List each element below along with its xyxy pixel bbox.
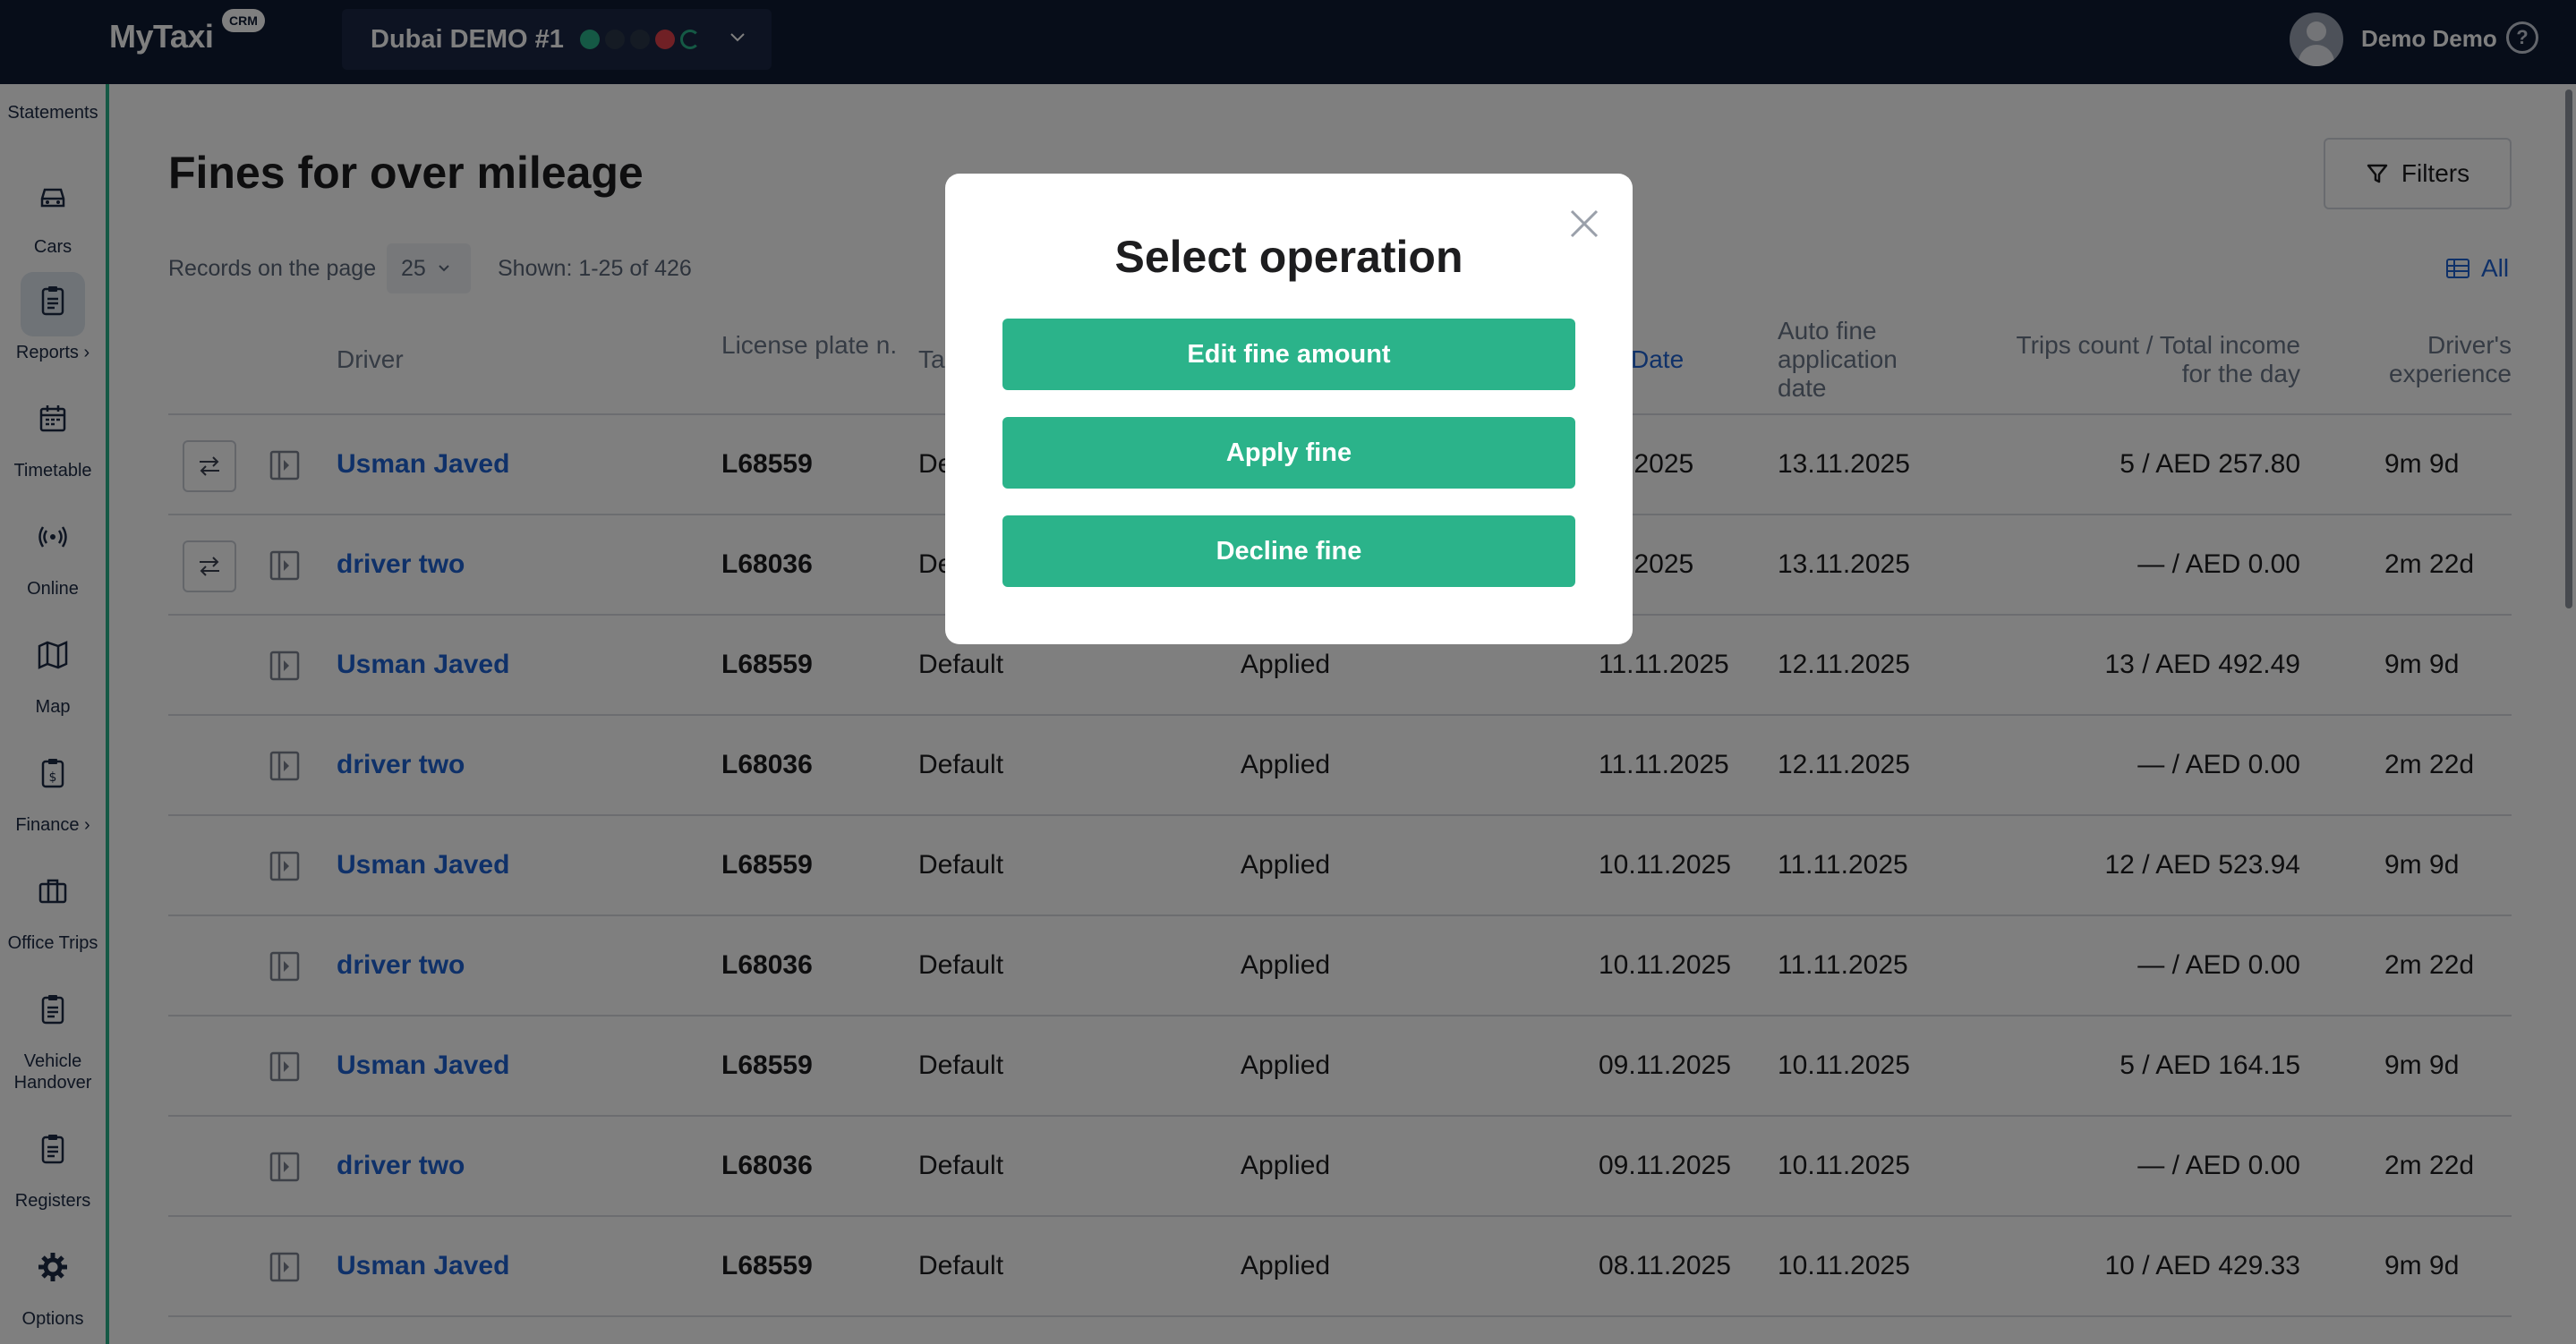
decline-fine-button[interactable]: Decline fine bbox=[1002, 515, 1575, 587]
apply-fine-button[interactable]: Apply fine bbox=[1002, 417, 1575, 489]
edit-fine-amount-button[interactable]: Edit fine amount bbox=[1002, 319, 1575, 390]
select-operation-modal: Select operation Edit fine amount Apply … bbox=[945, 174, 1633, 644]
modal-title: Select operation bbox=[1114, 232, 1463, 282]
